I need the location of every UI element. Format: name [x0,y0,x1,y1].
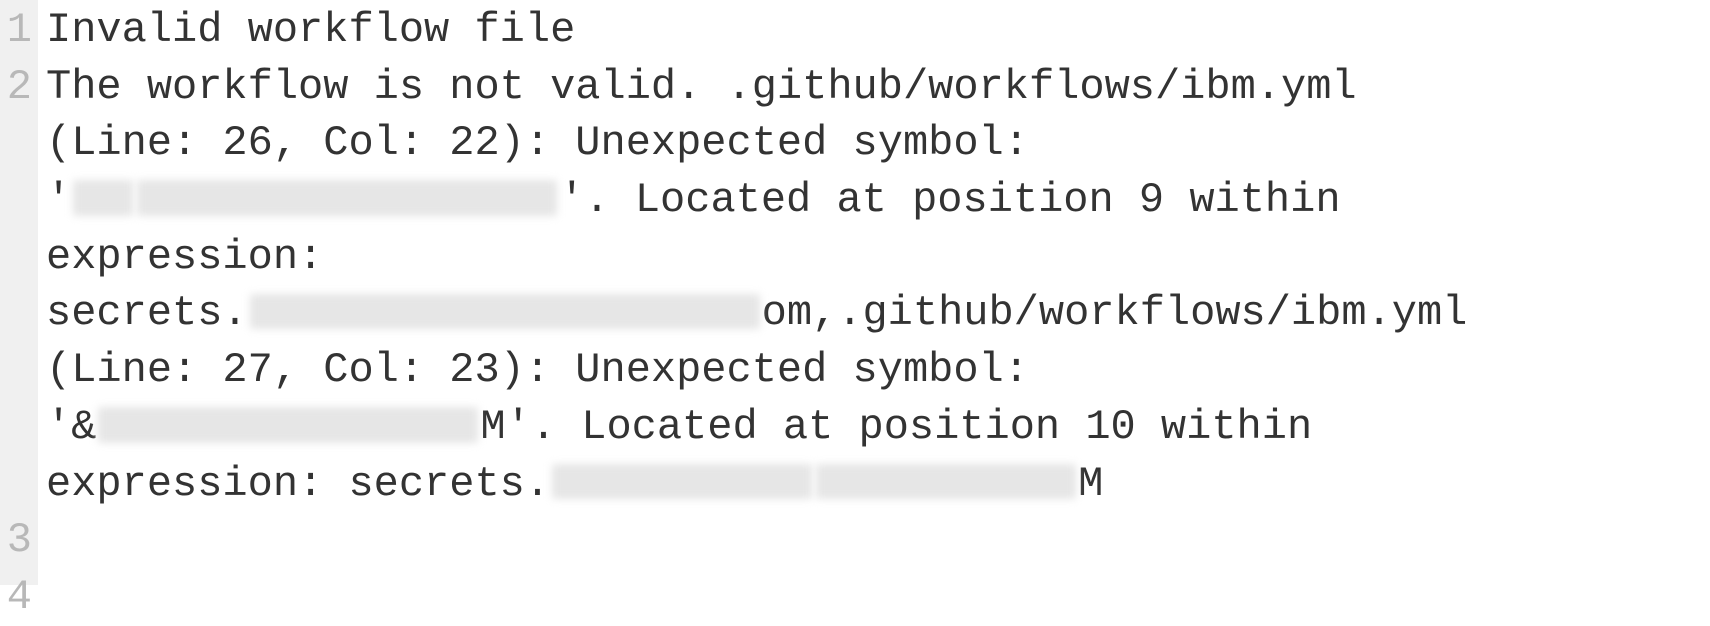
text-quote-open: ' [46,176,71,224]
redacted-token-1a [73,180,133,216]
line-num-4: 4 [4,569,32,626]
code-line-2-part6: (Line: 27, Col: 23): Unexpected symbol: [46,342,1702,399]
line-num-2: 2 [4,59,32,513]
line-number-gutter: 1 2 3 4 [0,0,38,585]
redacted-token-4b [816,464,1076,500]
text-secrets-1: secrets. [46,289,248,337]
redacted-token-1b [137,180,557,216]
code-line-2-part3: ' '. Located at position 9 within [46,172,1702,229]
line-num-3: 3 [4,512,32,569]
text-after-redact-2: om,.github/workflows/ibm.yml [762,289,1468,337]
text-after-redact-3: M'. Located at position 10 within [480,403,1312,451]
code-line-2-part4: expression: [46,229,1702,286]
code-line-2-part8: expression: secrets. M [46,456,1702,513]
redacted-token-3 [98,407,478,443]
code-line-2-part5: secrets. om,.github/workflows/ibm.yml [46,285,1702,342]
text-quote-amp: '& [46,403,96,451]
redacted-token-4a [552,464,812,500]
line-num-1: 1 [4,2,32,59]
code-line-1: Invalid workflow file [46,2,1702,59]
code-content[interactable]: Invalid workflow file The workflow is no… [38,0,1710,585]
code-line-2-part7: '& M'. Located at position 10 within [46,399,1702,456]
text-after-redact-1: '. Located at position 9 within [559,176,1340,224]
text-secrets-2: expression: secrets. [46,460,550,508]
text-after-redact-4: M [1078,460,1103,508]
redacted-token-2 [250,294,760,330]
code-line-2-part2: (Line: 26, Col: 22): Unexpected symbol: [46,115,1702,172]
code-line-2-part1: The workflow is not valid. .github/workf… [46,59,1702,116]
